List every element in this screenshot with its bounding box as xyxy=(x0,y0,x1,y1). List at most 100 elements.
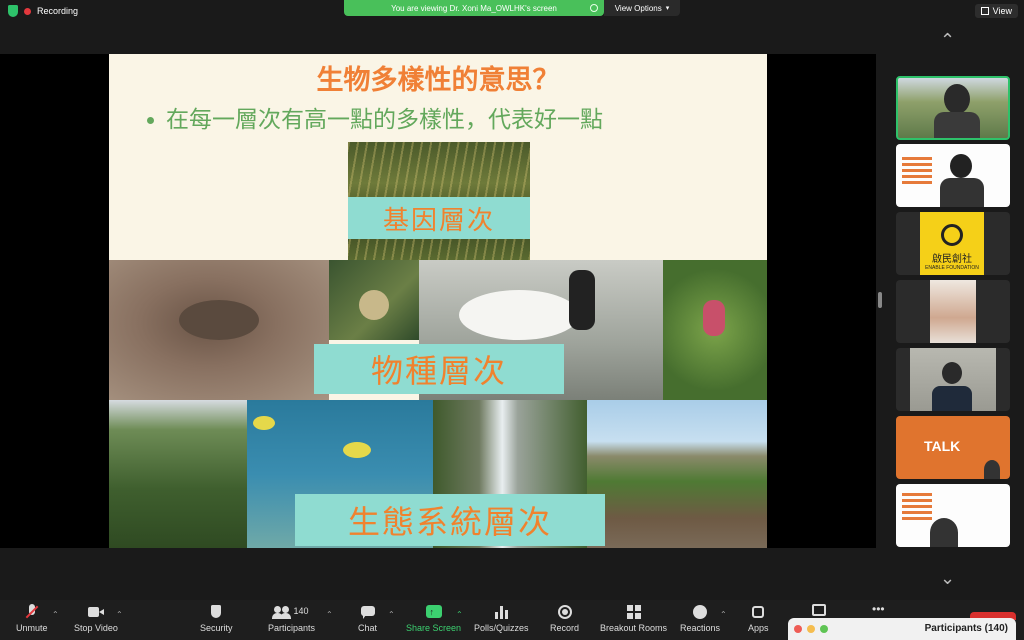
panel-resize-handle[interactable] xyxy=(878,292,882,308)
participant-body xyxy=(940,178,984,207)
participant-tile-1[interactable] xyxy=(896,76,1010,140)
chevron-down-icon[interactable]: ⌄ xyxy=(940,568,955,589)
polls-quizzes-label: Polls/Quizzes xyxy=(474,623,529,633)
tile-org-subname: ENABLE FOUNDATION xyxy=(925,265,979,271)
mangrove-flower-photo xyxy=(663,260,767,400)
smiley-icon xyxy=(692,604,708,620)
share-screen-icon: ↑ xyxy=(425,604,442,620)
shared-screen: 生物多樣性的意思？ 在每一層次有高一點的多樣性，代表好一點 基因層次 物種層次 xyxy=(0,54,876,548)
ecosystem-level-label: 生態系統層次 xyxy=(295,494,605,546)
record-button[interactable]: Record xyxy=(550,604,579,633)
participants-panel-window[interactable]: Participants (140) xyxy=(788,618,1016,640)
orchard-landscape-photo xyxy=(587,400,767,548)
slide-bullet-text: 在每一層次有高一點的多樣性，代表好一點 xyxy=(166,106,603,132)
stop-video-button[interactable]: Stop Video xyxy=(74,604,118,633)
slide-bullet: 在每一層次有高一點的多樣性，代表好一點 xyxy=(147,100,603,134)
recording-dot-icon xyxy=(24,7,31,15)
video-camera-icon xyxy=(87,604,104,620)
avatar xyxy=(942,362,962,384)
avatar xyxy=(950,154,972,178)
audio-options-caret-icon[interactable]: ⌃ xyxy=(52,610,59,619)
shrimp-photo xyxy=(329,260,419,340)
status-dot-icon xyxy=(590,4,598,12)
participant-tile-6[interactable]: TALK xyxy=(896,416,1010,479)
chevron-up-icon[interactable]: ⌃ xyxy=(940,30,955,51)
bar-chart-icon xyxy=(493,604,509,620)
chat-bubble-icon xyxy=(360,604,376,620)
participant-tile-4[interactable] xyxy=(896,280,1010,343)
security-label: Security xyxy=(200,623,233,633)
unmute-button[interactable]: Unmute xyxy=(16,604,48,633)
participant-tile-7[interactable] xyxy=(896,484,1010,547)
share-screen-label: Share Screen xyxy=(406,623,462,633)
close-window-icon[interactable] xyxy=(794,625,802,633)
crab-photo xyxy=(109,260,329,400)
shield-icon xyxy=(208,604,224,620)
record-label: Record xyxy=(550,623,580,633)
breakout-rooms-button[interactable]: Breakout Rooms xyxy=(600,604,667,633)
apps-icon xyxy=(750,604,766,620)
share-options-caret-icon[interactable]: ⌃ xyxy=(456,610,463,619)
reactions-label: Reactions xyxy=(680,623,721,633)
participants-label: Participants xyxy=(268,623,316,633)
logo-block xyxy=(902,492,932,520)
record-icon xyxy=(557,604,573,620)
unmute-label: Unmute xyxy=(16,623,48,633)
bullet-icon xyxy=(147,117,154,125)
tile-org-name: 啟民創社 xyxy=(932,254,972,265)
recording-label: Recording xyxy=(37,6,79,16)
sun-logo-icon xyxy=(941,224,963,246)
enable-foundation-logo: 啟民創社 ENABLE FOUNDATION xyxy=(920,212,984,275)
viewing-banner: You are viewing Dr. Xoni Ma_OWLHK's scre… xyxy=(344,0,604,16)
security-shield-icon xyxy=(8,5,18,17)
participant-video xyxy=(930,280,976,343)
breakout-rooms-label: Breakout Rooms xyxy=(600,623,668,633)
chat-label: Chat xyxy=(358,623,378,633)
genetic-level-label: 基因層次 xyxy=(348,197,530,239)
avatar xyxy=(930,518,958,547)
participant-body xyxy=(932,386,972,411)
chat-options-caret-icon[interactable]: ⌃ xyxy=(388,610,395,619)
reactions-options-caret-icon[interactable]: ⌃ xyxy=(720,610,727,619)
share-screen-button[interactable]: ↑ Share Screen xyxy=(406,604,461,633)
chevron-down-icon: ▾ xyxy=(665,5,670,12)
logo-block xyxy=(902,154,932,184)
apps-label: Apps xyxy=(748,623,769,633)
polls-quizzes-button[interactable]: Polls/Quizzes xyxy=(474,604,529,633)
participants-panel-title: Participants (140) xyxy=(924,623,1008,634)
slide-title: 生物多樣性的意思？ xyxy=(316,65,560,95)
participants-icon: 140 xyxy=(271,604,312,620)
whiteboard-icon[interactable] xyxy=(812,604,826,616)
view-button-label: View xyxy=(992,6,1012,16)
participants-options-caret-icon[interactable]: ⌃ xyxy=(326,610,333,619)
participants-button[interactable]: 140 Participants xyxy=(268,604,315,633)
viewing-banner-text: You are viewing Dr. Xoni Ma_OWLHK's scre… xyxy=(391,3,557,13)
maximize-window-icon[interactable] xyxy=(820,625,828,633)
reactions-button[interactable]: Reactions xyxy=(680,604,720,633)
muted-microphone-icon xyxy=(24,604,40,620)
video-options-caret-icon[interactable]: ⌃ xyxy=(116,610,123,619)
view-options-label: View Options xyxy=(614,3,662,13)
view-button[interactable]: View xyxy=(974,4,1018,18)
participant-tile-3[interactable]: 啟民創社 ENABLE FOUNDATION xyxy=(896,212,1010,275)
stop-video-label: Stop Video xyxy=(74,623,118,633)
forest-photo xyxy=(109,400,247,548)
chat-button[interactable]: Chat xyxy=(358,604,377,633)
breakout-rooms-icon xyxy=(626,604,642,620)
tile-talk-text: TALK xyxy=(924,438,961,454)
presentation-slide: 生物多樣性的意思？ 在每一層次有高一點的多樣性，代表好一點 基因層次 物種層次 xyxy=(109,54,767,548)
participant-tile-5[interactable] xyxy=(896,348,1010,411)
view-options-button[interactable]: View Options ▾ xyxy=(604,0,680,16)
species-level-label: 物種層次 xyxy=(314,344,564,394)
recording-indicator[interactable]: Recording xyxy=(8,5,78,17)
participant-video xyxy=(910,348,996,411)
participant-body xyxy=(934,112,980,138)
more-icon[interactable]: ••• xyxy=(872,602,885,616)
grid-icon xyxy=(980,7,989,15)
apps-button[interactable]: Apps xyxy=(748,604,769,633)
minimize-window-icon[interactable] xyxy=(807,625,815,633)
participants-count: 140 xyxy=(293,606,309,616)
avatar xyxy=(944,84,970,114)
participant-tile-2[interactable] xyxy=(896,144,1010,207)
security-button[interactable]: Security xyxy=(200,604,233,633)
